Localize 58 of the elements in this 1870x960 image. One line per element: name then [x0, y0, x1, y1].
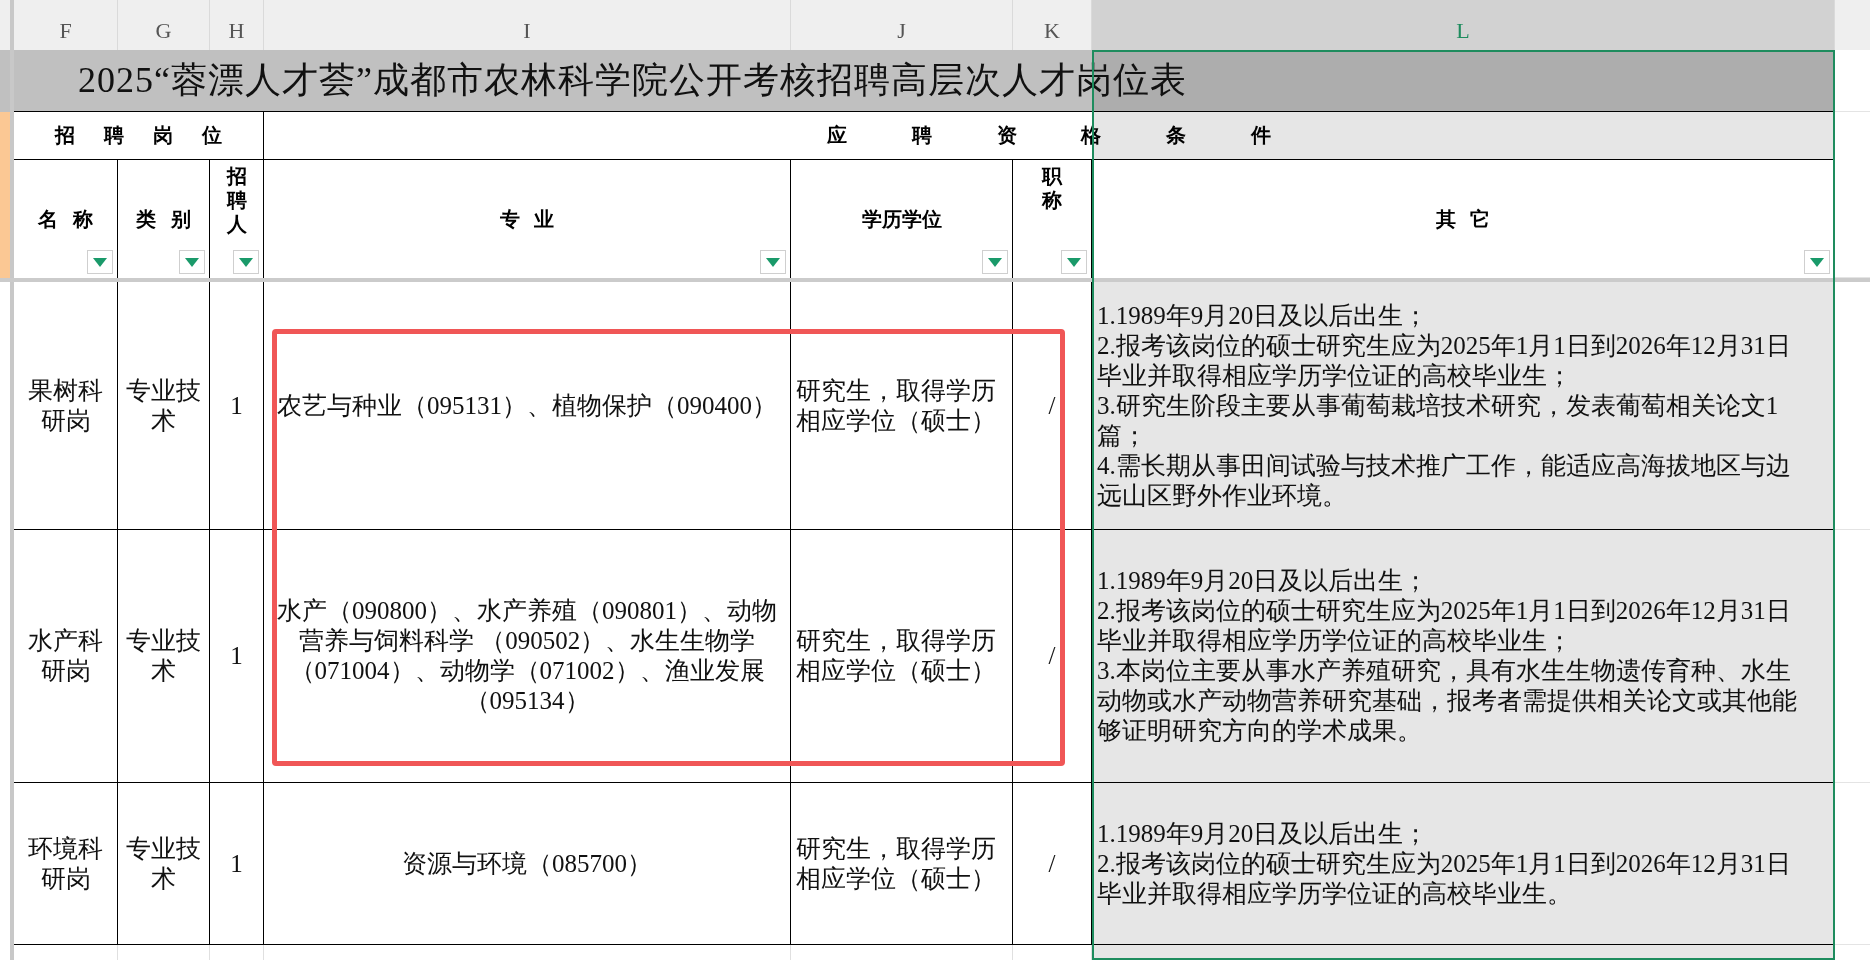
filter-button[interactable]: [1061, 250, 1087, 274]
group-header-cell: 招 聘 岗 位: [14, 112, 264, 160]
table-cell: 水产（090800）、水产养殖（090801）、动物营养与饲料科学 （090502）、水生生物学（071004）、动物学（071002）、渔业发展（095134）: [264, 530, 791, 783]
header-label: 其 它: [1435, 205, 1491, 233]
triangle-icon: [93, 257, 107, 267]
requirement-text: 4.需长期从事田间试验与技术推广工作，能适应高海拔地区与边远山区野外作业环境。: [1097, 450, 1792, 511]
filter-button[interactable]: [1804, 250, 1830, 274]
table-cell: 环境科研岗: [14, 783, 118, 945]
triangle-icon: [1810, 257, 1824, 267]
table-cell: 研究生，取得学历相应学位（硕士）: [791, 783, 1013, 945]
table-cell: /: [1013, 282, 1092, 530]
requirement-text: 1.1989年9月20日及以后出生；: [1097, 818, 1430, 849]
requirement-text: 1.1989年9月20日及以后出生；: [1097, 300, 1430, 331]
table-cell: 1: [210, 530, 264, 783]
table-cell: 农艺与种业（095131）、植物保护（090400）: [264, 282, 791, 530]
filter-button[interactable]: [233, 250, 259, 274]
column-header[interactable]: J: [791, 0, 1013, 50]
header-label: 专 业: [499, 205, 555, 233]
triangle-icon: [766, 257, 780, 267]
requirement-text: 1.1989年9月20日及以后出生；: [1097, 566, 1430, 596]
requirement-text: 2.报考该岗位的硕士研究生应为2025年1月1日到2026年12月31日毕业并取得相应学历学位证的高校毕业生。: [1097, 848, 1792, 909]
table-cell: 1: [210, 282, 264, 530]
column-header-strip: [1835, 0, 1870, 50]
filter-button[interactable]: [982, 250, 1008, 274]
column-header[interactable]: G: [118, 0, 210, 50]
filter-button[interactable]: [179, 250, 205, 274]
filter-button[interactable]: [760, 250, 786, 274]
header-label: 类 别: [136, 205, 191, 233]
cut-off-cell: [0, 50, 14, 112]
column-header[interactable]: K: [1013, 0, 1092, 50]
requirement-text: 2.报考该岗位的硕士研究生应为2025年1月1日到2026年12月31日毕业并取得相应学历学位证的高校毕业生；: [1097, 596, 1792, 656]
column-header[interactable]: I: [264, 0, 791, 50]
table-cell: 专业技术: [118, 282, 210, 530]
triangle-icon: [239, 257, 253, 267]
triangle-icon: [185, 257, 199, 267]
table-cell: 果树科研岗: [14, 282, 118, 530]
column-header[interactable]: F: [14, 0, 118, 50]
requirement-text: 3.本岗位主要从事水产养殖研究，具有水生生物遗传育种、水生动物或水产动物营养研究基础，报考者需提供相关论文或其他能够证明研究方向的学术成果。: [1097, 656, 1798, 746]
column-header[interactable]: H: [210, 0, 264, 50]
header-label: 招聘人: [226, 164, 247, 236]
table-cell: 专业技术: [118, 783, 210, 945]
table-cell: 水产科研岗: [14, 530, 118, 783]
table-cell: /: [1013, 530, 1092, 783]
triangle-icon: [1067, 257, 1081, 267]
header-label: 学历学位: [861, 205, 942, 233]
header-label: 名 称: [38, 205, 93, 233]
table-cell: 专业技术: [118, 530, 210, 783]
requirement-text: 2.报考该岗位的硕士研究生应为2025年1月1日到2026年12月31日毕业并取得相应学历学位证的高校毕业生；: [1097, 330, 1792, 391]
triangle-icon: [988, 257, 1002, 267]
table-cell: 资源与环境（085700）: [264, 783, 791, 945]
table-cell: /: [1013, 783, 1092, 945]
column-header-strip: [0, 0, 14, 50]
requirement-text: 3.研究生阶段主要从事葡萄栽培技术研究，发表葡萄相关论文1篇；: [1097, 390, 1780, 451]
filter-button[interactable]: [87, 250, 113, 274]
table-cell: 研究生，取得学历相应学位（硕士）: [791, 282, 1013, 530]
table-cell: 研究生，取得学历相应学位（硕士）: [791, 530, 1013, 783]
header-label: 职称: [1042, 164, 1062, 212]
table-cell: 1: [210, 783, 264, 945]
